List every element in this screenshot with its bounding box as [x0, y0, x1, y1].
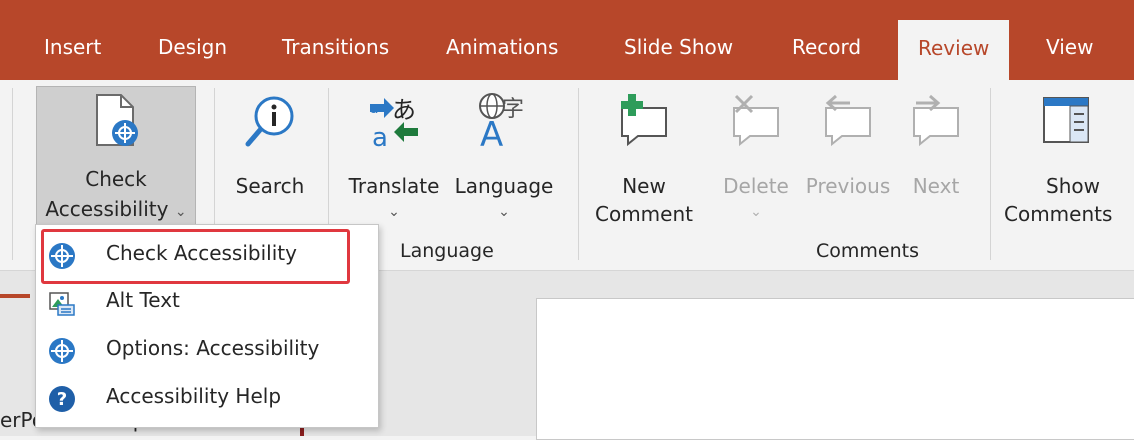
show-comments-line1: Show [1046, 174, 1100, 198]
separator [578, 88, 579, 260]
tab-design[interactable]: Design [158, 0, 227, 80]
svg-text:字: 字 [502, 97, 524, 122]
show-comments-icon [1043, 97, 1089, 143]
help-icon: ? [49, 386, 75, 412]
group-label-comments: Comments [816, 240, 919, 262]
svg-text:あ: あ [392, 96, 416, 124]
tab-animations[interactable]: Animations [446, 0, 558, 80]
tab-slide-show[interactable]: Slide Show [624, 0, 733, 80]
new-comment-line1: New [622, 174, 666, 198]
translate-icon: ᵃ あ a [370, 96, 418, 150]
slide-thumbnail-accent [0, 294, 30, 298]
group-label-language: Language [400, 240, 494, 262]
new-comment-button[interactable]: New Comment [594, 86, 694, 226]
language-button[interactable]: 字 A Language ⌄ [448, 86, 560, 224]
tab-record[interactable]: Record [792, 0, 861, 80]
check-label-line2: Accessibility [45, 197, 169, 221]
chevron-down-icon: ⌄ [750, 204, 762, 220]
menu-item-label: Alt Text [106, 288, 180, 312]
menu-item-label: Accessibility Help [106, 384, 282, 408]
chevron-down-icon: ⌄ [388, 204, 400, 220]
smart-lookup-icon [245, 96, 294, 147]
previous-comment-button[interactable]: Previous [800, 86, 896, 224]
delete-comment-button[interactable]: Delete ⌄ [716, 86, 796, 224]
slide-canvas[interactable] [536, 298, 1134, 440]
menu-item-alt-text[interactable]: Alt Text [36, 279, 378, 327]
delete-comment-icon [733, 94, 779, 147]
alt-text-icon [49, 292, 75, 316]
search-button[interactable]: Search [230, 86, 310, 224]
search-label: Search [235, 174, 305, 198]
svg-text:A: A [480, 115, 503, 148]
ribbon-tab-bar: Insert Design Transitions Animations Sli… [0, 0, 1134, 80]
next-comment-icon [913, 94, 959, 147]
separator [12, 88, 13, 260]
show-comments-button[interactable]: Show Comments [1000, 86, 1134, 224]
language-label: Language [454, 174, 554, 198]
previous-comment-icon [825, 94, 871, 147]
tab-insert[interactable]: Insert [44, 0, 101, 80]
new-comment-icon [621, 94, 667, 147]
menu-item-accessibility-help[interactable]: ? Accessibility Help [36, 375, 378, 423]
highlight-box [41, 229, 350, 284]
delete-label: Delete [723, 174, 789, 198]
language-icon: 字 A [479, 93, 524, 148]
chevron-down-icon: ⌄ [498, 204, 510, 220]
svg-text:a: a [372, 123, 388, 150]
previous-label: Previous [805, 174, 891, 198]
tab-transitions[interactable]: Transitions [282, 0, 389, 80]
next-comment-button[interactable]: Next [898, 86, 974, 224]
show-comments-line2: Comments [1004, 202, 1113, 224]
accessibility-document-icon [96, 94, 138, 146]
tab-review[interactable]: Review [898, 20, 1010, 80]
translate-label: Translate [348, 174, 440, 198]
check-label-line1: Check [85, 167, 147, 191]
svg-text:?: ? [57, 389, 67, 410]
accessibility-options-icon [49, 338, 75, 364]
next-label: Next [912, 174, 960, 198]
check-accessibility-button[interactable]: Check Accessibility ⌄ [36, 86, 196, 226]
tab-view[interactable]: View [1046, 0, 1093, 80]
chevron-down-icon: ⌄ [174, 204, 187, 220]
menu-item-label: Options: Accessibility [106, 336, 320, 360]
translate-button[interactable]: ᵃ あ a Translate ⌄ [344, 86, 444, 224]
new-comment-line2: Comment [595, 202, 693, 226]
menu-item-options-accessibility[interactable]: Options: Accessibility [36, 327, 378, 375]
separator [990, 88, 991, 260]
